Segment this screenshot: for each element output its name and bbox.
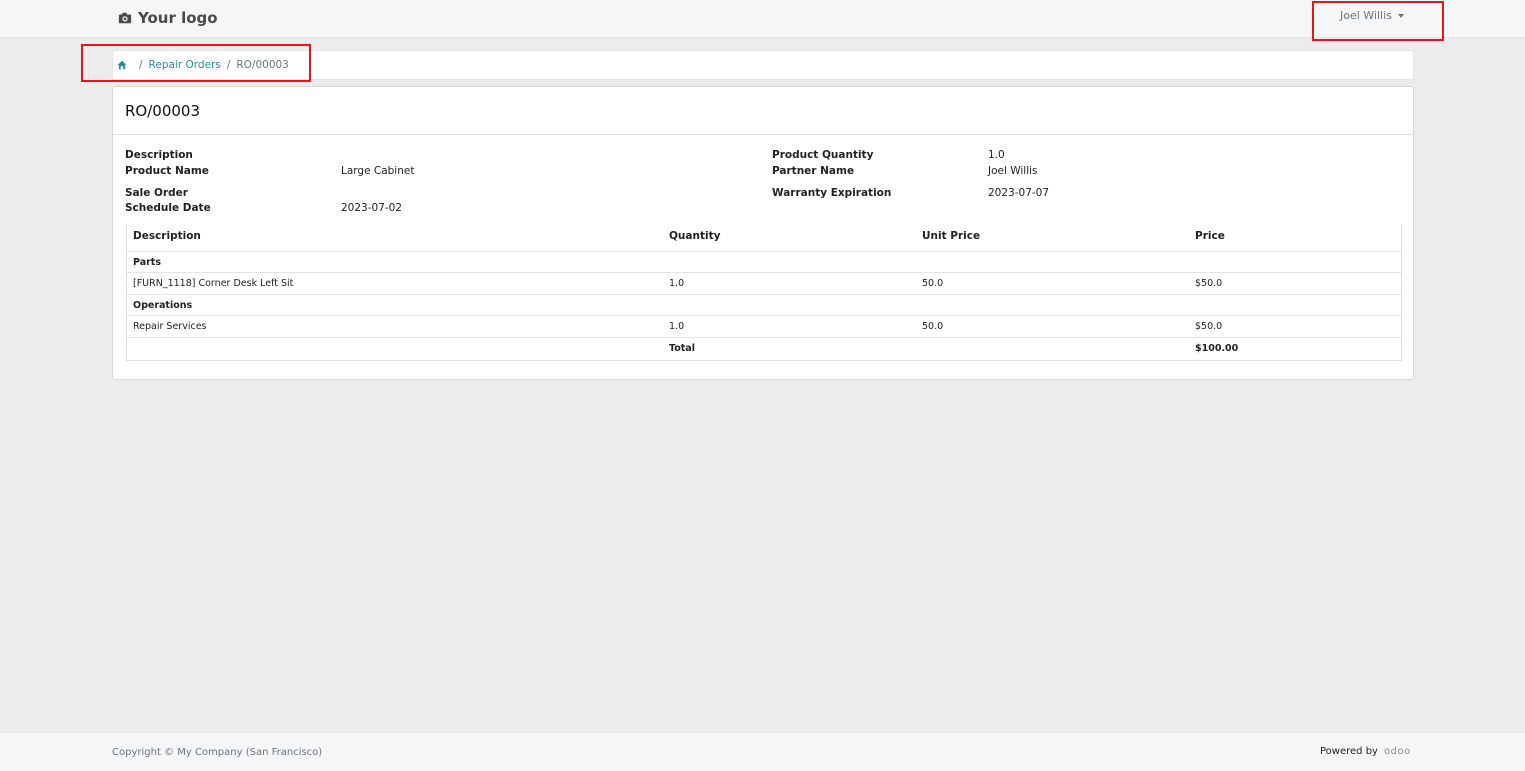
schedule-date-value: 2023-07-02	[341, 202, 403, 214]
table-row: Repair Services 1.0 50.0 $50.0	[127, 316, 1401, 338]
order-title: RO/00003	[125, 101, 200, 120]
order-lines-table: Description Quantity Unit Price Price Pa…	[126, 224, 1402, 361]
camera-icon	[118, 12, 132, 24]
line-price: $50.0	[1195, 278, 1223, 289]
section-label-parts: Parts	[133, 257, 161, 268]
line-quantity: 1.0	[669, 321, 685, 332]
breadcrumb-current: RO/00003	[236, 59, 289, 71]
column-header-description: Description	[133, 230, 201, 242]
partner-name-label: Partner Name	[772, 165, 855, 177]
section-label-operations: Operations	[133, 300, 193, 311]
warranty-expiration-label: Warranty Expiration	[772, 187, 892, 199]
powered-by[interactable]: Powered by odoo	[1320, 746, 1411, 757]
page-footer: Copyright © My Company (San Francisco) P…	[0, 732, 1525, 771]
total-row: Total $100.00	[127, 338, 1401, 360]
column-header-unit-price: Unit Price	[922, 230, 981, 242]
top-navbar: Your logo Joel Willis	[0, 0, 1525, 38]
description-label: Description	[125, 149, 193, 161]
line-price: $50.0	[1195, 321, 1223, 332]
logo-text: Your logo	[138, 9, 218, 27]
section-row-operations: Operations	[127, 295, 1401, 316]
table-row: [FURN_1118] Corner Desk Left Sit 1.0 50.…	[127, 273, 1401, 295]
breadcrumb-separator: /	[139, 59, 143, 71]
product-name-value: Large Cabinet	[341, 165, 415, 177]
product-name-label: Product Name	[125, 165, 209, 177]
sale-order-label: Sale Order	[125, 187, 188, 199]
home-icon[interactable]	[117, 60, 127, 70]
repair-order-card: RO/00003 Description Product Name Large …	[112, 86, 1414, 380]
partner-name-value: Joel Willis	[988, 165, 1038, 177]
powered-by-label: Powered by	[1320, 746, 1378, 757]
table-header-row: Description Quantity Unit Price Price	[127, 224, 1401, 252]
breadcrumb-repair-orders-link[interactable]: Repair Orders	[149, 59, 221, 71]
total-label: Total	[669, 343, 695, 354]
company-logo[interactable]: Your logo	[118, 9, 218, 27]
line-description: [FURN_1118] Corner Desk Left Sit	[133, 278, 294, 289]
copyright-text: Copyright © My Company (San Francisco)	[112, 747, 323, 758]
breadcrumb-separator: /	[226, 59, 231, 71]
odoo-logo: odoo	[1383, 746, 1411, 757]
user-name: Joel Willis	[1340, 9, 1392, 22]
warranty-expiration-value: 2023-07-07	[988, 187, 1050, 199]
product-quantity-label: Product Quantity	[772, 149, 874, 161]
line-unit-price: 50.0	[922, 278, 944, 289]
caret-down-icon	[1397, 14, 1404, 18]
section-row-parts: Parts	[127, 252, 1401, 273]
user-menu-dropdown[interactable]: Joel Willis	[1340, 9, 1404, 22]
column-header-price: Price	[1195, 230, 1225, 242]
product-quantity-value: 1.0	[988, 149, 1005, 161]
breadcrumb: / Repair Orders / RO/00003	[112, 50, 1414, 80]
line-unit-price: 50.0	[922, 321, 944, 332]
line-description: Repair Services	[133, 321, 207, 332]
line-quantity: 1.0	[669, 278, 685, 289]
column-header-quantity: Quantity	[669, 230, 721, 242]
total-value: $100.00	[1195, 343, 1239, 354]
schedule-date-label: Schedule Date	[125, 202, 211, 214]
card-header: RO/00003	[113, 87, 1413, 135]
